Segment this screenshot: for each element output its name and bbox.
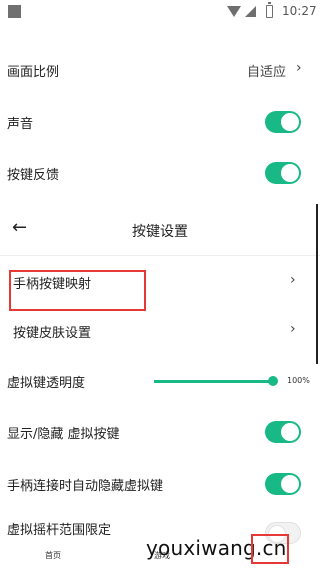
highlight-annotation xyxy=(9,270,146,311)
page-title: 按键设置 xyxy=(132,224,188,240)
show-hide-toggle[interactable] xyxy=(265,421,301,443)
sound-label: 声音 xyxy=(7,117,34,132)
key-feedback-label: 按键反馈 xyxy=(7,168,60,183)
battery-icon xyxy=(266,2,273,18)
scrollbar[interactable] xyxy=(316,204,318,364)
signal-icon xyxy=(245,6,256,17)
show-hide-row: 显示/隐藏 虚拟按键 xyxy=(0,414,320,450)
chevron-right-icon: › xyxy=(290,272,296,288)
wifi-icon xyxy=(227,6,241,17)
aspect-ratio-row[interactable]: 画面比例 自适应 › xyxy=(0,52,320,88)
chevron-right-icon: › xyxy=(296,60,302,76)
sound-toggle[interactable] xyxy=(265,111,301,133)
chevron-right-icon: › xyxy=(290,321,296,337)
joystick-limit-label: 虚拟摇杆范围限定 xyxy=(7,523,112,538)
auto-hide-label: 手柄连接时自动隐藏虚拟键 xyxy=(7,479,164,494)
opacity-slider-thumb[interactable] xyxy=(268,376,278,386)
sound-row: 声音 xyxy=(0,104,320,140)
auto-hide-toggle[interactable] xyxy=(265,473,301,495)
tab-home[interactable]: 首页 xyxy=(45,550,61,561)
opacity-label: 虚拟键透明度 xyxy=(7,376,86,391)
key-feedback-row: 按键反馈 xyxy=(0,155,320,191)
opacity-value: 100% xyxy=(287,376,310,385)
aspect-ratio-value: 自适应 xyxy=(246,65,286,80)
key-skin-label: 按键皮肤设置 xyxy=(13,326,92,341)
status-time: 10:27 xyxy=(282,4,317,18)
key-settings-header: ← 按键设置 xyxy=(0,204,320,256)
auto-hide-row: 手柄连接时自动隐藏虚拟键 xyxy=(0,466,320,502)
highlight-annotation-corner xyxy=(251,534,289,564)
key-skin-row[interactable]: 按键皮肤设置 › xyxy=(0,313,320,349)
opacity-slider-track[interactable] xyxy=(154,380,273,383)
notification-icon xyxy=(8,5,21,18)
status-bar: 10:27 xyxy=(0,0,320,24)
key-feedback-toggle[interactable] xyxy=(265,162,301,184)
show-hide-label: 显示/隐藏 虚拟按键 xyxy=(7,427,120,442)
aspect-ratio-label: 画面比例 xyxy=(7,65,60,80)
